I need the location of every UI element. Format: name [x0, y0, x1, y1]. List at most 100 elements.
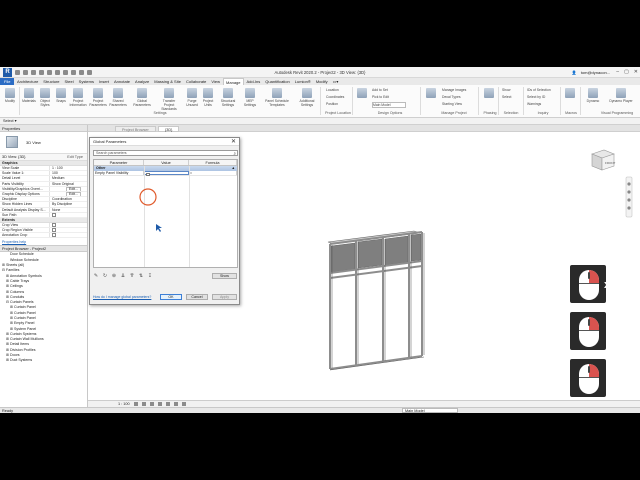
tab-quantification[interactable]: Quantification: [263, 78, 292, 85]
warnings-button[interactable]: Warnings: [527, 102, 541, 106]
property-checkbox[interactable]: [52, 233, 56, 238]
help-link[interactable]: How do I manage global parameters?: [93, 295, 151, 299]
tab-steel[interactable]: Steel: [62, 78, 76, 85]
property-value[interactable]: None: [50, 208, 87, 212]
column-value[interactable]: Value: [144, 160, 189, 165]
global-parameters-button[interactable]: Global Parameters: [133, 88, 151, 107]
move-down-icon[interactable]: ⇊: [120, 273, 126, 279]
column-formula[interactable]: Formula: [189, 160, 237, 165]
apply-button[interactable]: Apply: [212, 294, 237, 300]
project-units-button[interactable]: Project Units: [200, 88, 216, 107]
property-value[interactable]: Edit...: [50, 186, 87, 191]
collapse-arrow-icon[interactable]: ▲: [231, 166, 235, 171]
tab-view[interactable]: View: [209, 78, 223, 85]
edit-type-button[interactable]: Edit Type: [67, 154, 83, 161]
manage-links-button[interactable]: [424, 88, 438, 99]
property-checkbox[interactable]: [52, 222, 56, 227]
transfer-project-standards-button[interactable]: Transfer Project Standards: [158, 88, 180, 111]
curtain-panel[interactable]: [384, 235, 409, 266]
macro-manager-button[interactable]: [563, 88, 577, 99]
tab-lumion[interactable]: Lumion®: [292, 78, 313, 85]
design-option-select[interactable]: Main Model: [372, 102, 406, 108]
project-parameters-button[interactable]: Project Parameters: [89, 88, 107, 107]
tab-collaborate[interactable]: Collaborate: [183, 78, 208, 85]
search-parameters-input[interactable]: Search parameters ⌕: [93, 150, 238, 156]
ok-button[interactable]: OK: [160, 294, 182, 300]
move-up-icon[interactable]: ⇈: [129, 273, 135, 279]
position-button[interactable]: Position: [326, 102, 338, 106]
property-value[interactable]: 100: [50, 171, 87, 175]
decal-types-button[interactable]: Decal Types: [442, 95, 461, 99]
shared-parameters-button[interactable]: Shared Parameters: [109, 88, 127, 107]
ids-of-selection-button[interactable]: IDs of Selection: [527, 88, 551, 92]
column-parameter[interactable]: Parameter: [94, 160, 144, 165]
dynamo-button[interactable]: Dynamo: [583, 88, 603, 103]
panel-schedule-templates-button[interactable]: Panel Schedule Templates: [262, 88, 292, 107]
user-icon[interactable]: 👤: [572, 70, 577, 75]
property-value[interactable]: Coordination: [50, 197, 87, 201]
browser-item[interactable]: ⊞ Duct Systems: [0, 358, 87, 363]
view-scale[interactable]: 1 : 100: [118, 402, 130, 406]
tab-insert[interactable]: Insert: [97, 78, 112, 85]
tab-analyze[interactable]: Analyze: [133, 78, 152, 85]
phases-button[interactable]: [482, 88, 496, 99]
save-selection-button[interactable]: Show: [502, 88, 510, 92]
property-value[interactable]: [50, 212, 87, 217]
parameter-row[interactable]: Empty Panel Visibility =: [94, 171, 237, 176]
curtain-panel[interactable]: [410, 233, 422, 262]
delete-parameter-icon[interactable]: ⊕: [111, 273, 117, 279]
active-workset-select[interactable]: Main Model: [402, 408, 458, 413]
structural-settings-button[interactable]: Structural Settings: [218, 88, 238, 107]
starting-view-button[interactable]: Starting View: [442, 102, 462, 106]
select-by-id-button[interactable]: Select by ID: [527, 95, 545, 99]
property-value[interactable]: Show Original: [50, 182, 87, 186]
add-to-set-button[interactable]: Add to Set: [372, 88, 388, 92]
crop-view-icon[interactable]: [165, 402, 170, 406]
additional-settings-button[interactable]: Additional Settings: [296, 88, 318, 107]
tab-architecture[interactable]: Architecture: [14, 78, 40, 85]
manage-images-button[interactable]: Manage Images: [442, 88, 466, 92]
tab-add-ins[interactable]: Add-Ins: [244, 78, 263, 85]
property-value[interactable]: 1 : 100: [50, 166, 87, 170]
sort-descending-icon[interactable]: ↧: [147, 273, 153, 279]
project-information-button[interactable]: Project Information: [69, 88, 87, 107]
user-name[interactable]: tom@dynacon...: [581, 70, 610, 75]
parameter-value-cell[interactable]: [144, 171, 189, 176]
tab-massing-site[interactable]: Massing & Site: [152, 78, 184, 85]
property-value[interactable]: By Discipline: [50, 202, 87, 206]
view-cube[interactable]: FRONT: [591, 149, 615, 171]
show-button[interactable]: Show: [212, 273, 237, 279]
curtain-panel[interactable]: [357, 238, 383, 269]
sun-path-icon[interactable]: [149, 402, 154, 406]
property-value[interactable]: Medium: [50, 176, 87, 180]
tab-structure[interactable]: Structure: [41, 78, 62, 85]
maximize-button[interactable]: ▢: [624, 69, 629, 75]
mep-settings-button[interactable]: MEP Settings: [242, 88, 258, 107]
curtain-wall[interactable]: [327, 230, 425, 371]
tab-annotate[interactable]: Annotate: [112, 78, 133, 85]
dialog-close-button[interactable]: ✕: [231, 138, 236, 146]
ribbon-state-icon[interactable]: ▭▾: [330, 78, 341, 85]
cancel-button[interactable]: Cancel: [186, 294, 208, 300]
edit-button[interactable]: Edit...: [66, 191, 81, 197]
new-parameter-icon[interactable]: ↻: [102, 273, 108, 279]
value-checkbox[interactable]: [146, 172, 150, 176]
properties-help-link[interactable]: Properties help: [0, 238, 87, 247]
edit-parameter-icon[interactable]: ✎: [93, 273, 99, 279]
snaps-button[interactable]: Snaps: [53, 88, 69, 103]
instance-selector[interactable]: 3D View: {3D} Edit Type: [0, 154, 87, 161]
property-value[interactable]: [50, 228, 87, 233]
design-options-button[interactable]: [355, 88, 369, 99]
property-value[interactable]: Edit...: [50, 191, 87, 197]
object-styles-button[interactable]: Object Styles: [37, 88, 53, 107]
tab-file[interactable]: File: [0, 78, 15, 85]
lock-3d-icon[interactable]: [174, 402, 178, 406]
minimize-button[interactable]: –: [616, 69, 619, 75]
load-selection-button[interactable]: Select: [502, 95, 511, 99]
navigation-bar[interactable]: [625, 176, 633, 218]
close-button[interactable]: ✕: [634, 69, 638, 75]
sort-ascending-icon[interactable]: ⇅: [138, 273, 144, 279]
property-checkbox[interactable]: [52, 228, 56, 233]
temporary-hide-icon[interactable]: [182, 402, 187, 406]
dynamo-player-button[interactable]: Dynamo Player: [606, 88, 636, 103]
